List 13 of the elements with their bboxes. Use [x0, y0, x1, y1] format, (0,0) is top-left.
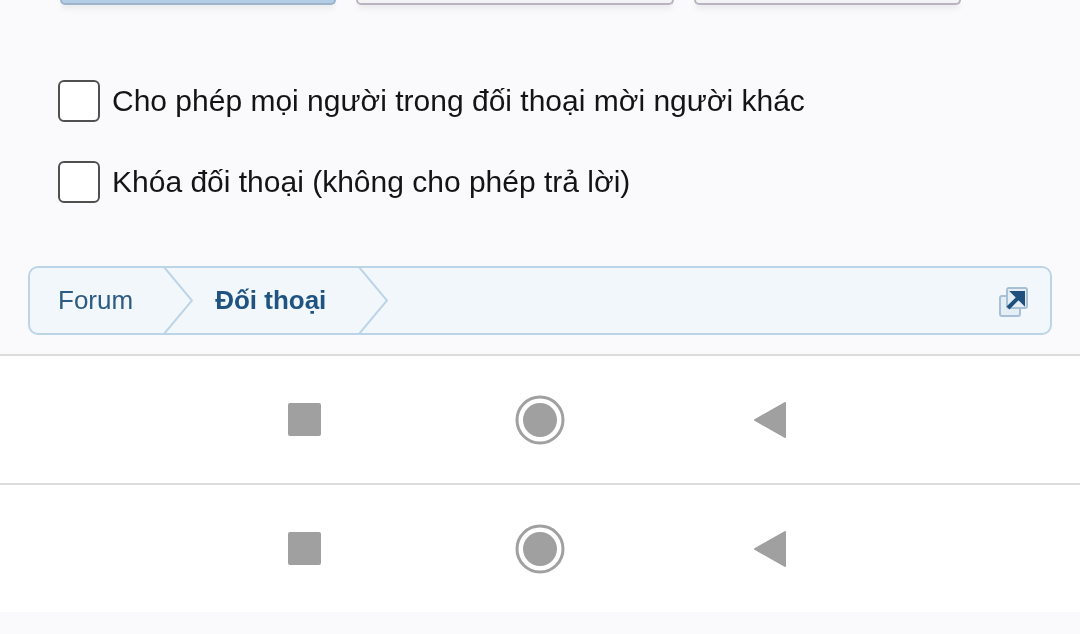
- checkbox[interactable]: [58, 79, 100, 122]
- breadcrumb-link[interactable]: Forum: [30, 281, 164, 320]
- checkbox-label: Khóa đối thoại (không cho phép trả lời): [112, 164, 631, 200]
- home-icon[interactable]: [515, 394, 565, 445]
- checkbox-label: Cho phép mọi người trong đối thoại mời người khác: [112, 83, 805, 119]
- breadcrumb-link[interactable]: Đối thoại: [193, 281, 359, 320]
- home-icon[interactable]: [515, 523, 565, 574]
- button-edge[interactable]: [356, 0, 674, 5]
- checkbox[interactable]: [58, 160, 100, 203]
- button-edge[interactable]: [60, 0, 336, 5]
- back-icon[interactable]: [753, 529, 787, 568]
- back-icon[interactable]: [753, 400, 787, 439]
- button-edge[interactable]: [694, 0, 961, 5]
